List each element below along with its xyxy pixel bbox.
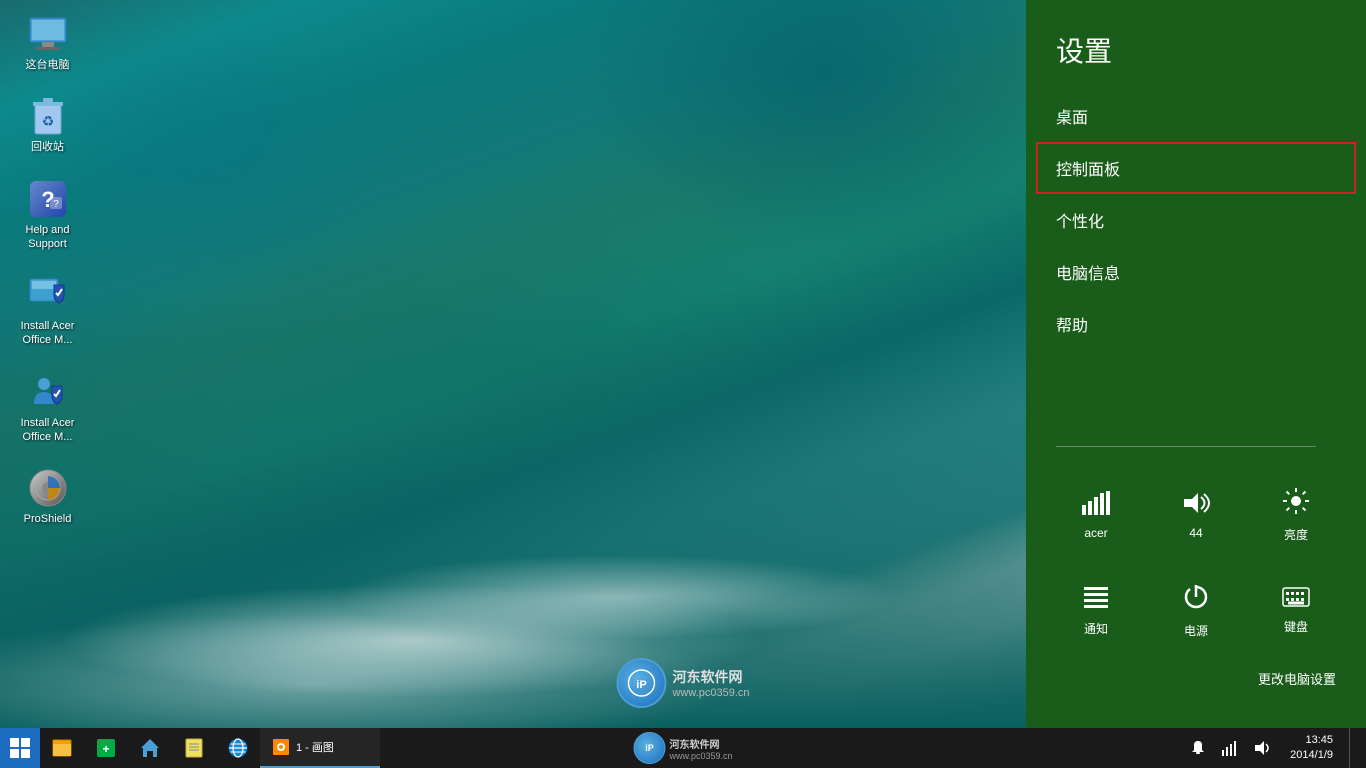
- settings-bottom: acer 44: [1026, 426, 1366, 708]
- settings-icons-row-1: acer 44: [1026, 467, 1366, 563]
- install-acer-2-label: Install Acer Office M...: [21, 416, 75, 445]
- tray-volume[interactable]: [1250, 740, 1274, 756]
- this-pc-icon-img: [28, 14, 68, 54]
- paint-app-label: 1 - 画图: [296, 739, 334, 755]
- svg-text:?: ?: [53, 199, 59, 210]
- settings-volume-btn[interactable]: 44: [1146, 477, 1246, 553]
- taskbar-tray: 13:45 2014/1/9: [1178, 728, 1366, 768]
- settings-item-personalize[interactable]: 个性化: [1026, 194, 1366, 246]
- svg-text:+: +: [102, 742, 109, 756]
- settings-notifications-btn[interactable]: 通知: [1046, 573, 1146, 649]
- install-acer-1-icon[interactable]: Install Acer Office M...: [10, 271, 85, 352]
- network-label: acer: [1084, 526, 1107, 540]
- network-icon: [1082, 491, 1110, 520]
- tray-clock[interactable]: 13:45 2014/1/9: [1282, 733, 1341, 764]
- taskbar-watermark-line1: 河东软件网: [669, 736, 732, 751]
- taskbar-explorer-icon[interactable]: [40, 728, 84, 768]
- install-acer-2-icon[interactable]: Install Acer Office M...: [10, 368, 85, 449]
- help-support-label: Help and Support: [25, 223, 69, 252]
- settings-more-btn[interactable]: 更改电脑设置: [1026, 659, 1366, 698]
- taskbar-store-icon[interactable]: +: [84, 728, 128, 768]
- taskbar-watermark-text: 河东软件网 www.pc0359.cn: [669, 736, 732, 761]
- taskbar-system-icons: +: [40, 728, 260, 768]
- this-pc-icon[interactable]: 这台电脑: [10, 10, 85, 76]
- taskbar-center-watermark: iP 河东软件网 www.pc0359.cn: [633, 732, 732, 764]
- keyboard-icon: [1282, 587, 1310, 612]
- this-pc-label: 这台电脑: [26, 58, 70, 72]
- taskbar-logo: iP: [633, 732, 665, 764]
- notifications-icon: [1082, 585, 1110, 614]
- help-support-icon[interactable]: ? ? Help and Support: [10, 175, 85, 256]
- settings-item-help[interactable]: 帮助: [1026, 298, 1366, 350]
- proshield-icon[interactable]: ProShield: [10, 464, 85, 530]
- tray-time: 13:45: [1290, 733, 1333, 748]
- settings-title: 设置: [1026, 20, 1366, 90]
- tray-show-desktop[interactable]: [1349, 728, 1358, 768]
- desktop-icons-area: 这台电脑 ♻ 回收站 ?: [0, 0, 95, 557]
- start-button[interactable]: [0, 728, 40, 768]
- volume-icon: [1182, 491, 1210, 520]
- taskbar-notes-icon[interactable]: [172, 728, 216, 768]
- settings-menu: 桌面 控制面板 个性化 电脑信息 帮助: [1026, 90, 1366, 350]
- proshield-label: ProShield: [24, 512, 72, 526]
- power-icon: [1182, 583, 1210, 616]
- settings-network-btn[interactable]: acer: [1046, 477, 1146, 553]
- brightness-label: 亮度: [1284, 526, 1308, 543]
- taskbar-ie-icon[interactable]: [216, 728, 260, 768]
- notifications-label: 通知: [1084, 620, 1108, 637]
- settings-item-control-panel[interactable]: 控制面板: [1036, 142, 1356, 194]
- help-support-icon-img: ? ?: [28, 179, 68, 219]
- settings-brightness-btn[interactable]: 亮度: [1246, 477, 1346, 553]
- settings-keyboard-btn[interactable]: 键盘: [1246, 573, 1346, 649]
- settings-item-desktop[interactable]: 桌面: [1026, 90, 1366, 142]
- recycle-bin-icon[interactable]: ♻ 回收站: [10, 92, 85, 158]
- install-acer-2-icon-img: [28, 372, 68, 412]
- taskbar: +: [0, 728, 1366, 768]
- install-acer-1-label: Install Acer Office M...: [21, 319, 75, 348]
- settings-panel: 设置 桌面 控制面板 个性化 电脑信息 帮助 acer: [1026, 0, 1366, 728]
- taskbar-watermark-line2: www.pc0359.cn: [669, 751, 732, 761]
- keyboard-label: 键盘: [1284, 618, 1308, 635]
- desktop-background: [0, 0, 1030, 728]
- proshield-icon-img: [28, 468, 68, 508]
- install-acer-1-icon-img: [28, 275, 68, 315]
- recycle-bin-label: 回收站: [31, 140, 64, 154]
- settings-divider: [1056, 446, 1316, 447]
- volume-label: 44: [1189, 526, 1202, 540]
- recycle-bin-icon-img: ♻: [28, 96, 68, 136]
- settings-power-btn[interactable]: 电源: [1146, 573, 1246, 649]
- settings-item-pc-info[interactable]: 电脑信息: [1026, 246, 1366, 298]
- tray-network[interactable]: [1218, 740, 1242, 756]
- power-label: 电源: [1184, 622, 1208, 639]
- taskbar-watermark-container: iP 河东软件网 www.pc0359.cn: [633, 732, 732, 764]
- settings-icons-row-2: 通知 电源: [1026, 563, 1366, 659]
- svg-text:♻: ♻: [41, 113, 54, 129]
- taskbar-paint-app[interactable]: 1 - 画图: [260, 728, 380, 768]
- taskbar-home-icon[interactable]: [128, 728, 172, 768]
- tray-notifications[interactable]: [1186, 740, 1210, 756]
- tray-date: 2014/1/9: [1290, 748, 1333, 763]
- brightness-icon: [1282, 487, 1310, 520]
